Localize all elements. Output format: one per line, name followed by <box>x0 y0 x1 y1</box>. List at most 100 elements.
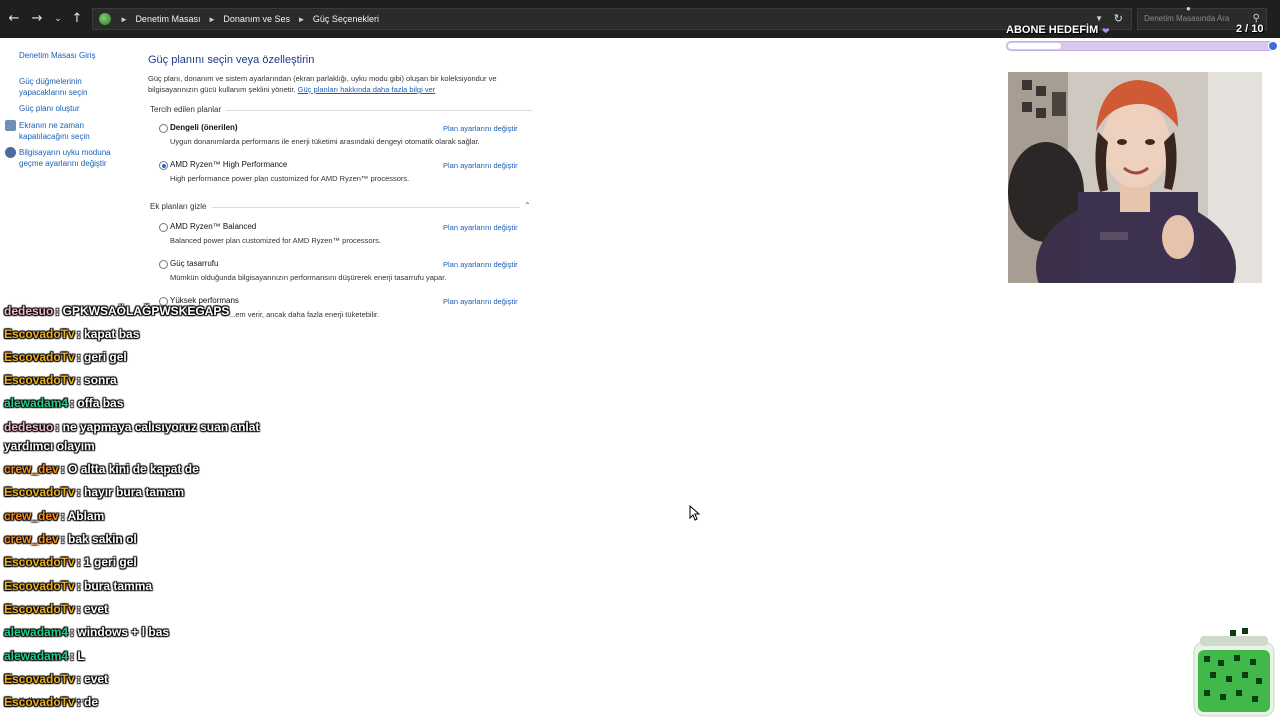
arrow-up-icon[interactable]: ↑ <box>67 9 87 29</box>
plan-desc-amd-balanced: Balanced power plan customized for AMD R… <box>170 236 381 245</box>
chat-message: dedesuo: ne yapmaya calısıyoruz suan anl… <box>4 420 259 434</box>
sidebar-item-power-buttons[interactable]: Güç düğmelerinin yapacaklarını seçin <box>19 76 129 98</box>
chat-text: : kapat bas <box>76 327 140 341</box>
plan-desc-high-performance: ...em verir, ancak daha fazla enerji tük… <box>229 310 380 319</box>
chat-username: EscovadoTv <box>4 350 75 364</box>
chat-message: alewadam4: windows + l bas <box>4 625 169 639</box>
goal-progress-bar <box>1006 41 1274 51</box>
sidebar-home-link[interactable]: Denetim Masası Giriş <box>19 50 95 61</box>
plan-radio-amd-balanced[interactable] <box>159 223 168 232</box>
search-placeholder: Denetim Masasında Ara <box>1144 14 1230 23</box>
breadcrumb-hardware-sound[interactable]: Donanım ve Ses <box>223 14 290 24</box>
sidebar-item-create-plan[interactable]: Güç planı oluştur <box>19 103 79 114</box>
page-title: Güç planını seçin veya özelleştirin <box>148 54 315 66</box>
address-bar[interactable]: ► Denetim Masası ► Donanım ve Ses ► Güç … <box>92 8 1132 30</box>
breadcrumb: ► Denetim Masası ► Donanım ve Ses ► Güç … <box>115 9 379 29</box>
sidebar-item-display-off[interactable]: Ekranın ne zaman kapatılacağını seçin <box>19 120 129 142</box>
chat-username: crew_dev <box>4 532 59 546</box>
plan-radio-balanced[interactable] <box>159 124 168 133</box>
chat-text: : ne yapmaya calısıyoruz suan anlat <box>55 420 260 434</box>
chevron-up-icon[interactable]: ⌃ <box>524 201 531 210</box>
chat-text: : GPKWSAÖLAĞPWSKEGAPS <box>55 304 230 318</box>
change-plan-link-balanced[interactable]: Plan ayarlarını değiştir <box>443 124 518 133</box>
plan-name-amd-high-performance[interactable]: AMD Ryzen™ High Performance <box>170 160 287 169</box>
plan-name-power-saver[interactable]: Güç tasarrufu <box>170 259 218 268</box>
cookie-jar-widget <box>1190 628 1278 718</box>
change-plan-link-amd-high-performance[interactable]: Plan ayarlarını değiştir <box>443 161 518 170</box>
chat-username: EscovadoTv <box>4 602 75 616</box>
change-plan-link-amd-balanced[interactable]: Plan ayarlarını değiştir <box>443 223 518 232</box>
chat-username: EscovadoTv <box>4 327 75 341</box>
chat-username: EscovadoTv <box>4 672 75 686</box>
breadcrumb-separator: ► <box>297 15 306 24</box>
chat-message: EscovadoTv: kapat bas <box>4 327 139 341</box>
chevron-down-icon[interactable]: ⌄ <box>48 9 68 29</box>
chat-text: : de <box>76 695 99 709</box>
chat-text: : windows + l bas <box>70 625 170 639</box>
plan-name-amd-balanced[interactable]: AMD Ryzen™ Balanced <box>170 222 256 231</box>
webcam-feed <box>1008 72 1262 283</box>
heart-icon: ❤ <box>1102 26 1110 36</box>
breadcrumb-separator: ► <box>207 15 216 24</box>
monitor-icon <box>5 120 16 131</box>
page-description: Güç planı, donanım ve sistem ayarlarında… <box>148 73 538 95</box>
chat-text: : O altta kini de kapat de <box>60 462 199 476</box>
chat-username: EscovadoTv <box>4 579 75 593</box>
chat-message: yardımcı olayım <box>4 439 95 453</box>
goal-count: 2 / 10 <box>1236 23 1264 35</box>
chat-message: EscovadoTv: bura tamma <box>4 579 152 593</box>
webcam-image <box>1008 72 1262 283</box>
chat-text: : 1 geri gel <box>76 555 137 569</box>
chat-username: EscovadoTv <box>4 555 75 569</box>
power-plans-info-link[interactable]: Güç planları hakkında daha fazla bilgi v… <box>298 85 436 94</box>
chat-message: EscovadoTv: de <box>4 695 98 709</box>
chat-username: crew_dev <box>4 462 59 476</box>
chat-username: EscovadoTv <box>4 373 75 387</box>
breadcrumb-power-options[interactable]: Güç Seçenekleri <box>313 14 379 24</box>
chat-message: crew_dev: Ablam <box>4 509 104 523</box>
chat-username: dedesuo <box>4 304 54 318</box>
brand-watermark: ● <box>1186 4 1191 13</box>
moon-icon <box>5 147 16 158</box>
plan-radio-amd-high-performance[interactable] <box>159 161 168 170</box>
preferred-plans-label: Tercih edilen planlar <box>150 105 222 114</box>
goal-progress-fill <box>1008 43 1061 49</box>
chat-message: crew_dev: bak sakin ol <box>4 532 137 546</box>
breadcrumb-control-panel[interactable]: Denetim Masası <box>135 14 200 24</box>
chat-text: : offa bas <box>70 396 124 410</box>
chat-message: crew_dev: O altta kini de kapat de <box>4 462 199 476</box>
hide-extra-plans-toggle[interactable]: Ek planları gizle <box>150 202 206 211</box>
screen: ← → ⌄ ↑ ► Denetim Masası ► Donanım ve Se… <box>0 0 1280 720</box>
chat-message: EscovadoTv: hayır bura tamam <box>4 485 184 499</box>
chat-text: : evet <box>76 602 109 616</box>
chat-username: EscovadoTv <box>4 695 75 709</box>
chat-message: EscovadoTv: evet <box>4 672 108 686</box>
plan-name-balanced[interactable]: Dengeli (önerilen) <box>170 123 238 132</box>
chat-message: alewadam4: offa bas <box>4 396 123 410</box>
breadcrumb-separator: ► <box>120 15 128 24</box>
chat-text: : geri gel <box>76 350 127 364</box>
sidebar-item-sleep[interactable]: Bilgisayarın uyku moduna geçme ayarların… <box>19 147 129 169</box>
chat-text: : bak sakin ol <box>60 532 137 546</box>
divider <box>226 110 532 111</box>
goal-title: ABONE HEDEFİM <box>1006 24 1099 36</box>
chat-message: EscovadoTv: evet <box>4 602 108 616</box>
chat-text: yardımcı olayım <box>4 439 95 453</box>
chat-text: : sonra <box>76 373 117 387</box>
chat-message: dedesuo: GPKWSAÖLAĞPWSKEGAPS <box>4 304 229 318</box>
chat-username: dedesuo <box>4 420 54 434</box>
divider <box>212 207 520 208</box>
change-plan-link-power-saver[interactable]: Plan ayarlarını değiştir <box>443 260 518 269</box>
arrow-left-icon[interactable]: ← <box>4 9 24 29</box>
chat-message: EscovadoTv: geri gel <box>4 350 127 364</box>
chat-username: crew_dev <box>4 509 59 523</box>
plan-desc-amd-high-performance: High performance power plan customized f… <box>170 174 410 183</box>
plan-desc-power-saver: Mümkün olduğunda bilgisayarınızın perfor… <box>170 273 447 282</box>
refresh-icon[interactable]: ↻ <box>1114 9 1123 29</box>
arrow-right-icon[interactable]: → <box>27 9 47 29</box>
chat-message: EscovadoTv: sonra <box>4 373 117 387</box>
chat-text: : L <box>70 649 85 663</box>
plan-radio-power-saver[interactable] <box>159 260 168 269</box>
chat-message: EscovadoTv: 1 geri gel <box>4 555 137 569</box>
change-plan-link-high-performance[interactable]: Plan ayarlarını değiştir <box>443 297 518 306</box>
